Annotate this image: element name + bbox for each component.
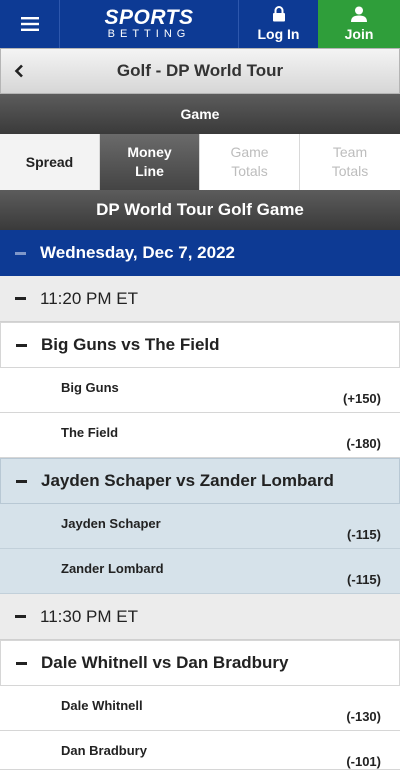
- selection-row[interactable]: Zander Lombard (-115): [0, 549, 400, 594]
- collapse-icon: [1, 661, 41, 665]
- match-title: Dale Whitnell vs Dan Bradbury: [41, 653, 289, 672]
- collapse-icon: [1, 479, 41, 483]
- menu-button[interactable]: [0, 0, 60, 48]
- login-button[interactable]: Log In: [238, 0, 318, 48]
- brand-main-text: SPORTS: [104, 6, 194, 29]
- tab-money-line[interactable]: Money Line: [100, 134, 200, 190]
- selection-odds[interactable]: (-130): [346, 709, 381, 724]
- collapse-icon: [0, 251, 40, 255]
- tab-label: Spread: [25, 153, 74, 170]
- section-bar[interactable]: Game: [0, 94, 400, 134]
- selection-row[interactable]: Dan Bradbury (-101): [0, 731, 400, 770]
- selection-name: Dale Whitnell: [61, 698, 143, 713]
- tab-label: Team Totals: [332, 143, 369, 181]
- selection-name: Zander Lombard: [61, 561, 164, 576]
- date-row[interactable]: Wednesday, Dec 7, 2022: [0, 230, 400, 276]
- tab-label-line2: Totals: [331, 163, 369, 179]
- selection-row[interactable]: The Field (-180): [0, 413, 400, 458]
- tab-label-line1: Team: [332, 144, 368, 160]
- page-title: Golf - DP World Tour: [116, 61, 284, 80]
- hamburger-menu-icon: [20, 17, 39, 31]
- time-label: 11:30 PM ET: [40, 606, 138, 626]
- selection-odds[interactable]: (-115): [347, 527, 381, 542]
- game-heading: DP World Tour Golf Game: [0, 190, 400, 230]
- selection-odds[interactable]: (-101): [346, 754, 381, 769]
- section-label: Game: [180, 106, 220, 122]
- bet-type-tabs: Spread Money Line Game Totals Team Totals: [0, 134, 400, 190]
- selection-row[interactable]: Big Guns (+150): [0, 368, 400, 413]
- login-label: Log In: [257, 26, 300, 42]
- brand-logo[interactable]: SPORTS BETTING: [60, 0, 238, 48]
- tab-label-line2: Totals: [231, 163, 268, 179]
- collapse-icon: [0, 297, 40, 300]
- selection-odds[interactable]: (+150): [343, 391, 381, 406]
- tab-label: Game Totals: [230, 143, 268, 181]
- tab-label-line1: Money: [127, 144, 172, 160]
- tab-game-totals[interactable]: Game Totals: [200, 134, 300, 190]
- page-title-bar: Golf - DP World Tour: [0, 48, 400, 94]
- selection-name: Dan Bradbury: [61, 743, 147, 758]
- chevron-left-icon: [14, 64, 23, 78]
- match-row[interactable]: Jayden Schaper vs Zander Lombard: [0, 458, 400, 504]
- time-row[interactable]: 11:20 PM ET: [0, 276, 400, 322]
- tab-label-line2: Line: [135, 163, 164, 179]
- match-title: Jayden Schaper vs Zander Lombard: [41, 471, 334, 490]
- selection-odds[interactable]: (-180): [346, 436, 381, 451]
- collapse-icon: [0, 615, 40, 618]
- join-label: Join: [344, 26, 374, 42]
- game-heading-text: DP World Tour Golf Game: [96, 200, 304, 219]
- selection-row[interactable]: Jayden Schaper (-115): [0, 504, 400, 549]
- back-button[interactable]: [1, 49, 37, 93]
- selection-name: Big Guns: [61, 380, 119, 395]
- top-header: SPORTS BETTING Log In Join: [0, 0, 400, 48]
- selection-name: Jayden Schaper: [61, 516, 161, 531]
- time-row[interactable]: 11:30 PM ET: [0, 594, 400, 640]
- selection-name: The Field: [61, 425, 119, 440]
- match-row[interactable]: Dale Whitnell vs Dan Bradbury: [0, 640, 400, 686]
- tab-spread[interactable]: Spread: [0, 134, 100, 190]
- selection-odds[interactable]: (-115): [347, 572, 381, 587]
- match-title: Big Guns vs The Field: [41, 335, 220, 354]
- match-row[interactable]: Big Guns vs The Field: [0, 322, 400, 368]
- brand-sub-text: BETTING: [107, 28, 191, 40]
- collapse-icon: [1, 343, 41, 347]
- tab-label: Money Line: [127, 143, 171, 181]
- time-label: 11:20 PM ET: [40, 288, 138, 308]
- user-icon: [351, 6, 367, 22]
- tab-label-line1: Game: [230, 144, 269, 160]
- tab-team-totals[interactable]: Team Totals: [300, 134, 400, 190]
- selection-row[interactable]: Dale Whitnell (-130): [0, 686, 400, 731]
- lock-icon: [272, 6, 285, 22]
- join-button[interactable]: Join: [318, 0, 400, 48]
- date-label: Wednesday, Dec 7, 2022: [40, 243, 235, 262]
